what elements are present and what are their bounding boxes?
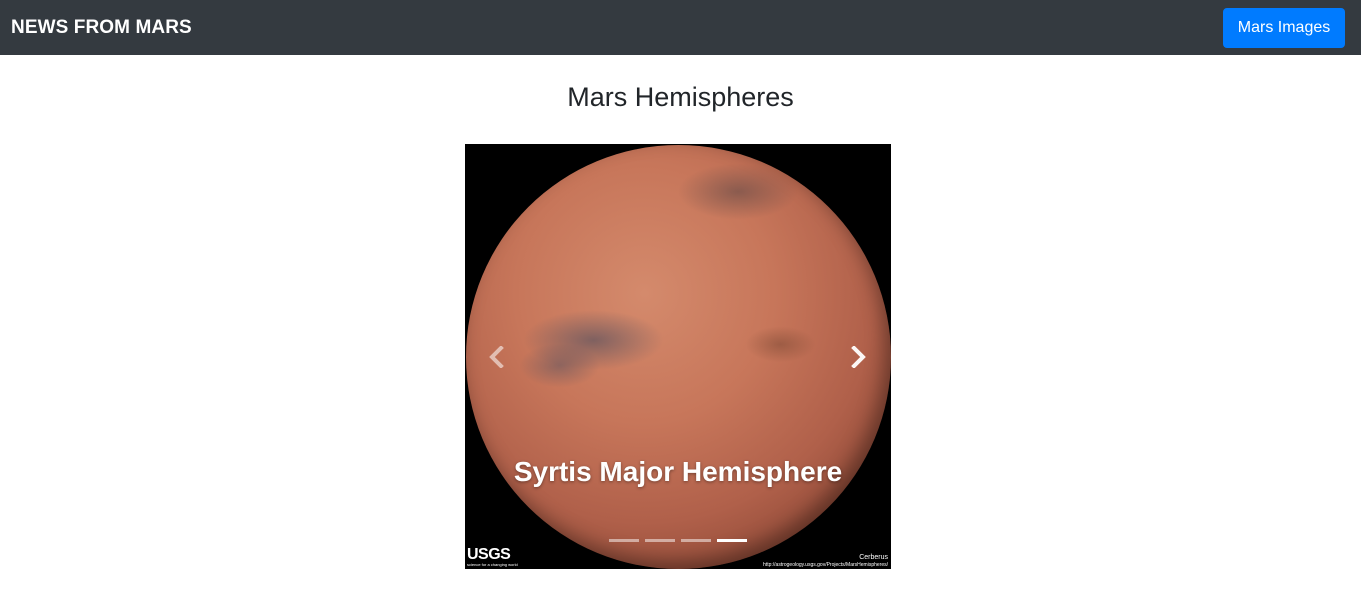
navbar: NEWS FROM MARS Mars Images xyxy=(0,0,1361,55)
carousel-indicators xyxy=(609,539,747,542)
carousel-indicator-4[interactable] xyxy=(717,539,747,542)
mars-images-button[interactable]: Mars Images xyxy=(1223,7,1345,48)
carousel-prev-button[interactable] xyxy=(482,342,512,372)
credit-name: Cerberus xyxy=(859,554,888,561)
image-credit: Cerberus http://astrogeology.usgs.gov/Pr… xyxy=(763,554,888,569)
carousel-next-button[interactable] xyxy=(843,342,873,372)
credit-url: http://astrogeology.usgs.gov/Projects/Ma… xyxy=(763,562,888,568)
brand-title[interactable]: NEWS FROM MARS xyxy=(11,17,192,39)
page-title: Mars Hemispheres xyxy=(567,82,794,112)
chevron-left-icon xyxy=(489,346,504,368)
usgs-logo: USGS science for a changing world xyxy=(467,547,527,568)
usgs-logo-tagline: science for a changing world xyxy=(467,562,518,567)
hemisphere-carousel: Syrtis Major Hemisphere USGS science for… xyxy=(465,144,891,569)
carousel-indicator-3[interactable] xyxy=(681,539,711,542)
carousel-indicator-1[interactable] xyxy=(609,539,639,542)
carousel-indicator-2[interactable] xyxy=(645,539,675,542)
usgs-logo-mark: USGS xyxy=(467,546,511,563)
mars-hemisphere-image xyxy=(466,145,891,569)
chevron-right-icon xyxy=(851,346,866,368)
carousel-caption: Syrtis Major Hemisphere xyxy=(513,456,843,487)
